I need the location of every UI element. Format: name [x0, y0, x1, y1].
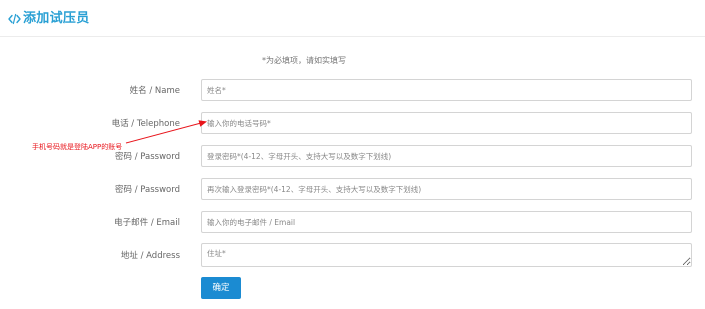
confirm-password-input[interactable] [201, 178, 692, 200]
telephone-label: 电话 / Telephone [111, 119, 180, 129]
name-label: 姓名 / Name [129, 86, 180, 96]
annotation-note: 手机号码就是登陆APP的账号 [32, 143, 123, 151]
code-icon [8, 13, 21, 25]
confirm-password-label: 密码 / Password [115, 185, 180, 195]
telephone-input[interactable] [201, 112, 692, 134]
required-note: *为必填项，请如实填写 [262, 56, 346, 65]
password-label: 密码 / Password [115, 152, 180, 162]
submit-button[interactable]: 确定 [201, 277, 241, 299]
page-title: 添加试压员 [23, 11, 90, 26]
email-input[interactable] [201, 211, 692, 233]
name-input[interactable] [201, 79, 692, 101]
page-header: 添加试压员 [0, 0, 705, 37]
email-label: 电子邮件 / Email [114, 218, 180, 228]
page: 添加试压员 *为必填项，请如实填写 姓名 / Name 电话 / Telepho… [0, 0, 705, 309]
address-label: 地址 / Address [120, 251, 180, 261]
password-input[interactable] [201, 145, 692, 167]
address-textarea[interactable] [201, 243, 692, 267]
